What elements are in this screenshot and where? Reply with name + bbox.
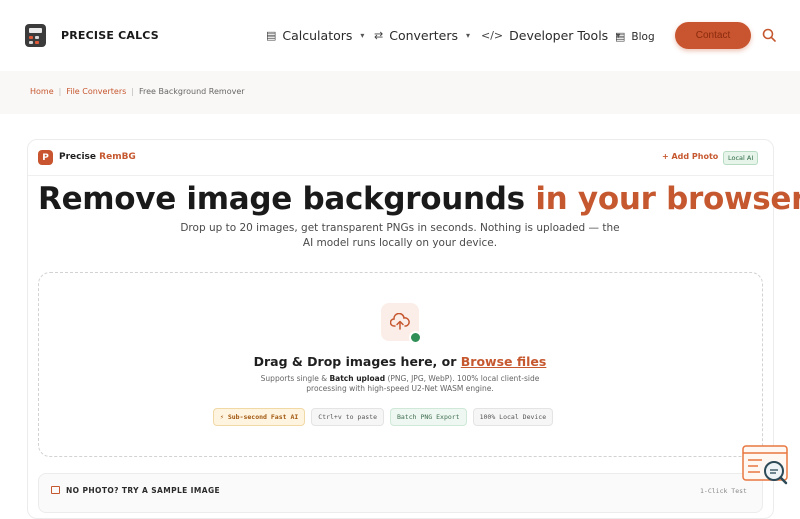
breadcrumb-separator: |	[58, 87, 62, 96]
app-name-prefix: Precise	[59, 152, 100, 162]
nav-blog[interactable]: ▤ Blog	[615, 30, 655, 43]
breadcrumb-file-converters[interactable]: File Converters	[66, 87, 126, 96]
chip-local-device: 100% Local Device	[472, 408, 554, 426]
app-name: Precise RemBG	[59, 152, 136, 162]
chevron-down-icon: ▾	[466, 31, 471, 40]
calculator-logo-icon[interactable]	[25, 24, 46, 47]
nav-converters-label: Converters	[389, 28, 458, 43]
chip-fast-ai: ⚡ Sub-second Fast AI	[213, 408, 306, 426]
page-title: Remove image backgrounds in your browser	[38, 181, 800, 217]
page-subtitle: Drop up to 20 images, get transparent PN…	[180, 222, 620, 249]
chip-batch-export: Batch PNG Export	[389, 408, 467, 426]
app-name-accent: RemBG	[99, 152, 136, 162]
nav-blog-label: Blog	[631, 30, 655, 43]
one-click-test-label: 1-Click Test	[700, 487, 747, 495]
add-photo-button[interactable]: + Add Photo	[662, 152, 718, 161]
nav-developer-tools[interactable]: </> Developer Tools ▾	[481, 28, 620, 43]
chip-paste: Ctrl+v to paste	[311, 408, 384, 426]
arrows-swap-icon: ⇄	[374, 29, 384, 42]
sample-image-title: NO PHOTO? TRY A SAMPLE IMAGE	[66, 486, 221, 495]
dropzone-description: Supports single & Batch upload (PNG, JPG…	[250, 374, 550, 394]
image-icon	[51, 486, 60, 494]
nav-calculators-label: Calculators	[282, 28, 353, 43]
dropzone-desc-pre: Supports single &	[260, 374, 330, 383]
breadcrumb: Home | File Converters | Free Background…	[30, 87, 245, 96]
nav-developer-tools-label: Developer Tools	[509, 28, 609, 43]
calculator-icon: ▤	[266, 29, 277, 42]
feature-chips: ⚡ Sub-second Fast AI Ctrl+v to paste Bat…	[213, 408, 554, 426]
browse-files-link[interactable]: Browse files	[461, 354, 547, 369]
top-navbar: PRECISE CALCS ▤ Calculators ▾ ⇄ Converte…	[0, 0, 800, 71]
dropzone-desc-bold: Batch upload	[329, 374, 386, 383]
local-ai-badge: Local AI	[723, 151, 759, 165]
brand-name[interactable]: PRECISE CALCS	[61, 29, 159, 42]
page-title-main: Remove image backgrounds	[38, 181, 536, 217]
dropzone-title: Drag & Drop images here, or Browse files	[0, 354, 800, 369]
chevron-down-icon: ▾	[360, 31, 365, 40]
image-badge-icon	[409, 331, 422, 344]
app-logo-badge: P	[38, 150, 53, 165]
nav-converters[interactable]: ⇄ Converters ▾	[374, 28, 470, 43]
breadcrumb-current: Free Background Remover	[138, 87, 245, 96]
code-icon: </>	[481, 29, 504, 42]
tool-card-header: P Precise RemBG + Add Photo Local AI	[28, 140, 773, 176]
breadcrumb-home[interactable]: Home	[30, 87, 54, 96]
breadcrumb-separator: |	[131, 87, 134, 96]
nav-calculators[interactable]: ▤ Calculators ▾	[266, 28, 364, 43]
page-title-accent: in your browser	[535, 181, 800, 217]
contact-button[interactable]: Contact	[675, 22, 751, 49]
dropzone-title-text: Drag & Drop images here, or	[253, 354, 461, 369]
document-icon: ▤	[615, 30, 626, 43]
search-widget-icon[interactable]	[742, 445, 790, 487]
search-icon[interactable]	[762, 28, 776, 42]
